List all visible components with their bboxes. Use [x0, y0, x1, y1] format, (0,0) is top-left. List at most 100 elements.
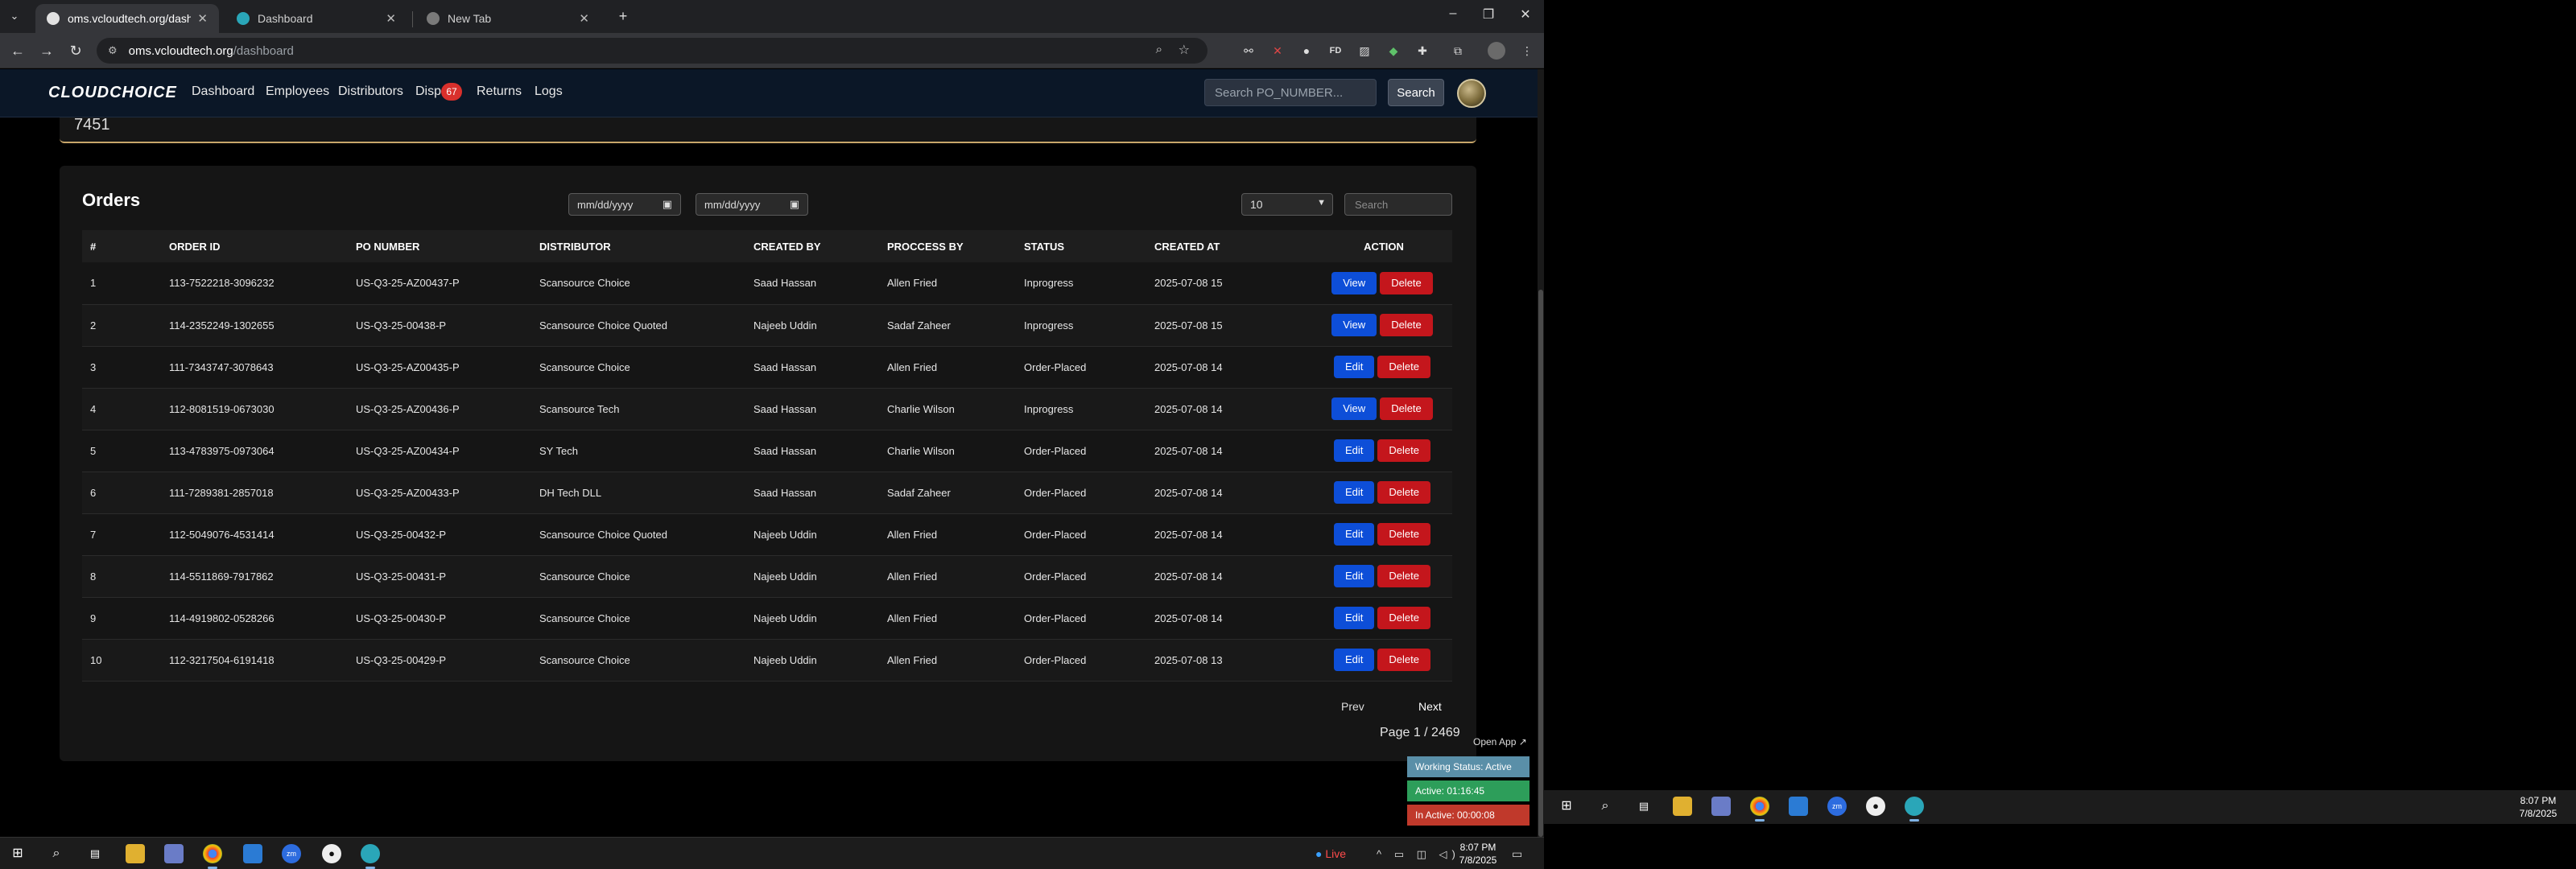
delete-button[interactable]: Delete — [1380, 314, 1433, 336]
delete-button[interactable]: Delete — [1380, 271, 1433, 294]
view-button[interactable]: View — [1331, 314, 1377, 336]
store-icon[interactable] — [164, 844, 184, 863]
nav-employees[interactable]: Employees — [266, 84, 329, 99]
app-circle-icon[interactable]: ● — [322, 844, 341, 863]
nav-returns[interactable]: Returns — [477, 84, 522, 99]
cloudchoice-app-icon[interactable] — [1905, 797, 1924, 822]
date-from-input[interactable]: mm/dd/yyyy ▣ — [568, 193, 681, 216]
distributor-cell: Scansource Tech — [531, 388, 745, 430]
chrome-icon[interactable] — [1750, 797, 1769, 822]
extension-circle-icon[interactable]: ● — [1298, 42, 1315, 60]
taskbar-clock[interactable]: 8:07 PM 7/8/2025 — [1454, 841, 1502, 867]
view-button[interactable]: View — [1331, 271, 1377, 294]
action-cell: View Delete — [1315, 304, 1452, 347]
extension-incognito-icon[interactable]: ⚯ — [1240, 42, 1257, 60]
address-bar[interactable]: ⚙ oms.vcloudtech.org/dashboard ⌕ ☆ — [97, 38, 1208, 64]
close-icon[interactable]: ✕ — [197, 11, 208, 26]
scrollbar-thumb[interactable] — [1538, 290, 1543, 837]
distributor-cell: Scansource Choice Quoted — [531, 513, 745, 556]
file-explorer-icon[interactable] — [126, 844, 145, 863]
nav-distributors[interactable]: Distributors — [338, 84, 403, 99]
tab-dashboard[interactable]: Dashboard ✕ — [225, 4, 407, 33]
app-circle-icon[interactable]: ● — [1866, 797, 1885, 816]
new-tab-button[interactable]: + — [613, 6, 633, 26]
close-icon[interactable]: ✕ — [579, 11, 589, 26]
file-explorer-icon[interactable] — [1673, 797, 1692, 816]
edit-button[interactable]: Edit — [1334, 481, 1375, 504]
calendar-icon[interactable]: ▣ — [663, 198, 672, 211]
vscode-icon[interactable] — [243, 844, 262, 863]
delete-button[interactable]: Delete — [1377, 481, 1430, 504]
user-avatar[interactable] — [1457, 79, 1486, 108]
store-icon[interactable] — [1711, 797, 1731, 816]
bookmark-star-icon[interactable]: ☆ — [1179, 42, 1190, 58]
cloudchoice-app-icon[interactable] — [361, 844, 380, 869]
taskbar-clock[interactable]: 8:07 PM 7/8/2025 — [2510, 794, 2566, 820]
next-page-button[interactable]: Next — [1418, 700, 1442, 713]
extension-shield-icon[interactable]: ◆ — [1385, 42, 1402, 60]
date-to-input[interactable]: mm/dd/yyyy ▣ — [696, 193, 808, 216]
extension-x-icon[interactable]: ✕ — [1269, 42, 1286, 60]
po-number-cell: US-Q3-25-00431-P — [348, 555, 531, 598]
edit-button[interactable]: Edit — [1334, 607, 1375, 629]
window-close-icon[interactable]: ✕ — [1513, 6, 1538, 23]
windows-start-icon[interactable]: ⊞ — [1557, 797, 1576, 816]
tab-new-tab[interactable]: New Tab ✕ — [415, 4, 601, 33]
delete-button[interactable]: Delete — [1377, 565, 1430, 587]
system-tray[interactable]: ^ ▭ ◫ ◁) — [1377, 848, 1460, 861]
task-view-icon[interactable]: ▤ — [1634, 797, 1653, 816]
delete-button[interactable]: Delete — [1377, 356, 1430, 378]
created-by-cell: Najeeb Uddin — [745, 513, 879, 556]
extension-fd-icon[interactable]: FD — [1327, 42, 1344, 60]
back-icon[interactable]: ← — [8, 41, 27, 60]
nav-dashboard[interactable]: Dashboard — [192, 84, 254, 99]
minimize-icon[interactable]: – — [1441, 6, 1465, 21]
table-search-input[interactable] — [1344, 193, 1452, 216]
windows-start-icon[interactable]: ⊞ — [8, 844, 27, 863]
tab-search-icon[interactable]: ⌄ — [5, 6, 24, 26]
task-view-icon[interactable]: ▤ — [85, 844, 105, 863]
edit-button[interactable]: Edit — [1334, 565, 1375, 587]
zoom-icon[interactable]: ⌕ — [1156, 43, 1162, 56]
page-size-select[interactable]: 10 ▼ — [1241, 193, 1333, 216]
prev-page-button[interactable]: Prev — [1341, 700, 1364, 713]
notification-icon[interactable]: ▭ — [1512, 847, 1522, 861]
menu-kebab-icon[interactable]: ⋮ — [1518, 42, 1536, 60]
profile-icon[interactable] — [1488, 42, 1505, 60]
open-app-link[interactable]: Open App ↗ — [1473, 736, 1527, 748]
edit-button[interactable]: Edit — [1334, 439, 1375, 462]
edit-button[interactable]: Edit — [1334, 649, 1375, 671]
extensions-icon[interactable]: ⧉ — [1449, 42, 1467, 60]
search-icon[interactable]: ⌕ — [47, 844, 66, 863]
tab-oms-dashboard[interactable]: oms.vcloudtech.org/dashboard ✕ — [35, 4, 219, 33]
nav-logs[interactable]: Logs — [535, 84, 563, 99]
search-icon[interactable]: ⌕ — [1596, 797, 1615, 816]
delete-button[interactable]: Delete — [1377, 649, 1430, 671]
reload-icon[interactable]: ↻ — [66, 41, 85, 60]
view-button[interactable]: View — [1331, 397, 1377, 420]
close-icon[interactable]: ✕ — [386, 11, 396, 26]
edit-button[interactable]: Edit — [1334, 356, 1375, 378]
extension-image-icon[interactable]: ▨ — [1356, 42, 1373, 60]
process-by-cell: Allen Fried — [879, 513, 1016, 556]
site-info-icon[interactable]: ⚙ — [108, 44, 118, 57]
zoom-app-icon[interactable]: zm — [282, 844, 301, 863]
delete-button[interactable]: Delete — [1377, 439, 1430, 462]
po-search-input[interactable] — [1204, 79, 1377, 106]
extension-puzzle-icon[interactable]: ✚ — [1414, 42, 1431, 60]
chrome-icon[interactable] — [203, 844, 222, 869]
calendar-icon[interactable]: ▣ — [790, 198, 799, 211]
zoom-app-icon[interactable]: zm — [1827, 797, 1847, 816]
order-id-cell: 111-7289381-2857018 — [161, 472, 348, 514]
forward-icon[interactable]: → — [37, 41, 56, 60]
app-logo[interactable]: CLOUDCHOICE — [48, 84, 177, 102]
process-by-cell: Allen Fried — [879, 346, 1016, 389]
restore-icon[interactable]: ❐ — [1476, 6, 1501, 23]
clock-date: 7/8/2025 — [2519, 808, 2557, 819]
delete-button[interactable]: Delete — [1377, 523, 1430, 546]
vscode-icon[interactable] — [1789, 797, 1808, 816]
search-button[interactable]: Search — [1388, 79, 1444, 106]
delete-button[interactable]: Delete — [1380, 397, 1433, 420]
delete-button[interactable]: Delete — [1377, 607, 1430, 629]
edit-button[interactable]: Edit — [1334, 523, 1375, 546]
